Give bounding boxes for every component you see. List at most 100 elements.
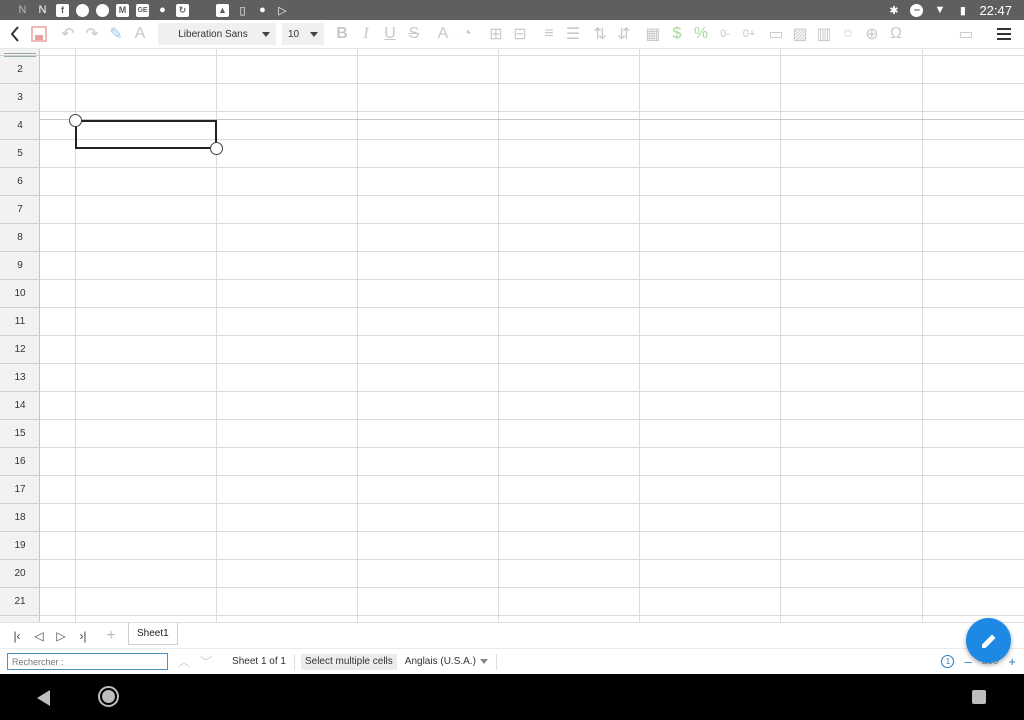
row-gridline (40, 307, 1024, 308)
conditional-format-icon[interactable]: ▦ (642, 23, 664, 45)
toolbar-right: ▭ (954, 23, 1024, 45)
background-color-icon[interactable]: ◔ (456, 23, 478, 45)
decimal-add-icon[interactable]: 0+ (738, 23, 760, 45)
borders-icon[interactable]: ⊞ (485, 23, 507, 45)
row-headers: 123456789101112131415161718192021 (0, 49, 40, 622)
row-header[interactable]: 4 (0, 112, 40, 140)
decimal-remove-icon[interactable]: 0- (714, 23, 736, 45)
redo-icon[interactable]: ↷ (81, 23, 103, 45)
sort-ascending-icon[interactable]: ⇅ (589, 23, 611, 45)
row-header[interactable]: 2 (0, 56, 40, 84)
selected-cell[interactable] (75, 120, 217, 149)
sheet-tab[interactable]: Sheet1 (128, 622, 178, 645)
first-sheet-icon[interactable]: |‹ (6, 626, 28, 646)
chevron-down-icon (479, 659, 488, 664)
shapes-icon[interactable]: ○ (837, 23, 859, 45)
add-sheet-icon[interactable]: + (100, 626, 122, 646)
save-icon[interactable] (28, 23, 50, 45)
italic-icon[interactable]: I (355, 23, 377, 45)
hyperlink-icon[interactable]: ⊕ (861, 23, 883, 45)
font-color-icon[interactable]: A (432, 23, 454, 45)
formatting-toolbar: ↶ ↷ ✎ A Liberation Sans 10 B I U S A ◔ ⊞… (0, 20, 1024, 49)
row-header[interactable]: 15 (0, 420, 40, 448)
align-icon[interactable]: ≡ (538, 23, 560, 45)
sort-descending-icon[interactable]: ⇵ (613, 23, 635, 45)
row-header[interactable]: 5 (0, 140, 40, 168)
photo-icon: ▲ (216, 3, 229, 17)
nav-recents-icon[interactable] (972, 690, 986, 704)
zoom-reset-icon[interactable]: 1 (941, 655, 955, 668)
sheet-tabs-bar: |‹ ◁ ▷ ›| + Sheet1 (0, 622, 1024, 648)
status-bar: ︿ ﹀ Sheet 1 of 1 Select multiple cells A… (0, 648, 1024, 674)
zoom-in-icon[interactable]: + (1008, 654, 1016, 669)
row-gridline (40, 419, 1024, 420)
percent-icon[interactable]: % (690, 23, 712, 45)
search-down-icon[interactable]: ﹀ (200, 653, 212, 670)
previous-sheet-icon[interactable]: ◁ (28, 626, 50, 646)
undo-icon[interactable]: ↶ (57, 23, 79, 45)
underline-icon[interactable]: U (379, 23, 401, 45)
row-header[interactable]: 21 (0, 588, 40, 616)
hamburger-menu-icon[interactable] (993, 23, 1015, 45)
merge-cells-icon[interactable]: ⊟ (509, 23, 531, 45)
font-name-select[interactable]: Liberation Sans (158, 23, 276, 45)
row-header[interactable]: 6 (0, 168, 40, 196)
row-header[interactable]: 16 (0, 448, 40, 476)
row-header[interactable]: 14 (0, 392, 40, 420)
strikethrough-icon[interactable]: S (403, 23, 425, 45)
news-icon: GE (136, 3, 149, 17)
clock: 22:47 (979, 2, 1012, 18)
row-header[interactable]: 9 (0, 252, 40, 280)
row-header[interactable]: 18 (0, 504, 40, 532)
search-input[interactable] (7, 653, 168, 670)
battery-icon: ▮ (959, 4, 966, 17)
special-character-icon[interactable]: Ω (885, 23, 907, 45)
last-sheet-icon[interactable]: ›| (72, 626, 94, 646)
selection-handle-bottom-right[interactable] (210, 142, 223, 155)
zoom-out-icon[interactable]: – (964, 654, 971, 669)
language-select[interactable]: Anglais (U.S.A.) (397, 653, 497, 670)
edit-fab-button[interactable] (966, 618, 1011, 663)
row-header[interactable]: 3 (0, 84, 40, 112)
sheet-info: Sheet 1 of 1 (224, 653, 295, 670)
nav-back-icon[interactable] (37, 690, 50, 706)
select-mode[interactable]: Select multiple cells (300, 653, 397, 670)
firefox-icon: ● (159, 4, 166, 16)
image-icon[interactable]: ▨ (789, 23, 811, 45)
next-sheet-icon[interactable]: ▷ (50, 626, 72, 646)
row-header[interactable]: 13 (0, 364, 40, 392)
clone-formatting-icon[interactable]: ✎ (105, 23, 127, 45)
row-gridline (40, 503, 1024, 504)
row-gridline (40, 559, 1024, 560)
row-header[interactable]: 10 (0, 280, 40, 308)
row-header[interactable]: 20 (0, 560, 40, 588)
row-header[interactable]: 17 (0, 476, 40, 504)
column-gridline (922, 49, 923, 622)
spreadsheet-grid[interactable]: 123456789101112131415161718192021 (0, 49, 1024, 622)
currency-icon[interactable]: $ (666, 23, 688, 45)
system-icons: ✱ – ▼ ▮ 22:47 (887, 3, 1024, 18)
row-header[interactable]: 7 (0, 196, 40, 224)
back-icon[interactable] (4, 23, 26, 45)
row-gridline (40, 251, 1024, 252)
language-value: Anglais (U.S.A.) (404, 656, 476, 667)
row-gridline (40, 335, 1024, 336)
row-header[interactable]: 12 (0, 336, 40, 364)
search-up-icon[interactable]: ︿ (178, 653, 190, 670)
chart-icon[interactable]: ▥ (813, 23, 835, 45)
row-header[interactable]: 8 (0, 224, 40, 252)
sidebar-icon[interactable]: ▭ (955, 23, 977, 45)
font-size-select[interactable]: 10 (282, 23, 324, 45)
nav-home-icon[interactable] (98, 686, 119, 707)
android-status-bar: N N f M GE ● ↻ ▲ ▯ ● ▷ ✱ – ▼ ▮ 22:47 (0, 0, 1024, 20)
wrap-text-icon[interactable]: ☰ (562, 23, 584, 45)
sync-icon: ↻ (176, 3, 189, 17)
comment-icon[interactable]: ▭ (765, 23, 787, 45)
selection-handle-top-left[interactable] (69, 114, 82, 127)
column-gridline (498, 49, 499, 622)
clear-formatting-icon[interactable]: A (129, 23, 151, 45)
row-header[interactable]: 19 (0, 532, 40, 560)
bold-icon[interactable]: B (331, 23, 353, 45)
row-header[interactable]: 11 (0, 308, 40, 336)
row-gridline (40, 167, 1024, 168)
